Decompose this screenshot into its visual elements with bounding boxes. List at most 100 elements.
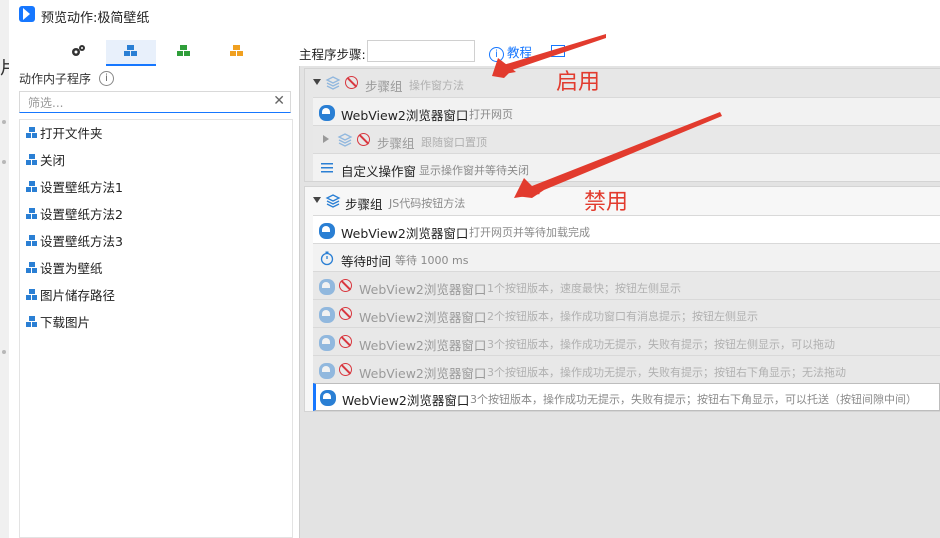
subroutine-icon xyxy=(26,181,37,192)
tutorial-link[interactable]: i 教程 xyxy=(489,42,532,62)
edge-icon xyxy=(319,363,335,379)
step-name: 步骤组 xyxy=(377,136,415,151)
list-item[interactable]: 下载图片 xyxy=(20,309,292,336)
subroutine-panel: 动作内子程序 i ✕ 打开文件夹 关闭 设置壁纸方法1 设置壁纸方法2 xyxy=(9,36,301,538)
list-item[interactable]: 设置为壁纸 xyxy=(20,255,292,282)
step-name: WebView2浏览器窗口 xyxy=(359,366,487,381)
list-item-label: 设置壁纸方法1 xyxy=(40,180,123,195)
background-dot xyxy=(2,350,6,354)
group-name: 步骤组 xyxy=(345,197,383,212)
disabled-icon xyxy=(345,76,358,89)
step-group-1: 步骤组 操作窗方法 WebView2浏览器窗口 打开网页 步骤组 跟随窗口置顶 xyxy=(304,68,940,182)
step-name: WebView2浏览器窗口 xyxy=(342,393,470,408)
list-item-label: 关闭 xyxy=(40,153,66,168)
step-desc: 显示操作窗并等待关闭 xyxy=(419,164,529,177)
filter-box: ✕ xyxy=(19,91,291,113)
step-desc: 3个按钮版本，操作成功无提示，失败有提示；按钮右下角显示，可以托送（按钮间隙中间… xyxy=(470,393,917,406)
green-stack-icon xyxy=(177,45,190,56)
tab-blue-stack[interactable] xyxy=(106,40,156,66)
subroutine-icon xyxy=(26,235,37,246)
main-steps-label: 主程序步骤: xyxy=(299,47,366,62)
step-row[interactable]: 等待时间 等待 1000 ms xyxy=(313,243,940,271)
group-desc: JS代码按钮方法 xyxy=(389,197,466,210)
subroutine-list: 打开文件夹 关闭 设置壁纸方法1 设置壁纸方法2 设置壁纸方法3 设置为壁纸 图… xyxy=(19,119,293,538)
list-item[interactable]: 关闭 xyxy=(20,147,292,174)
filter-input[interactable] xyxy=(26,94,270,112)
step-row[interactable]: WebView2浏览器窗口 打开网页 xyxy=(313,97,940,125)
annotation-disabled: 禁用 xyxy=(584,190,629,215)
list-item-label: 设置壁纸方法3 xyxy=(40,234,123,249)
step-name: WebView2浏览器窗口 xyxy=(341,226,469,241)
step-name: WebView2浏览器窗口 xyxy=(359,310,487,325)
title-bar[interactable]: 预览动作:极简壁纸 xyxy=(9,0,940,30)
list-item[interactable]: 设置壁纸方法3 xyxy=(20,228,292,255)
step-group-2: 步骤组 JS代码按钮方法 WebView2浏览器窗口 打开网页并等待加载完成 等… xyxy=(304,186,940,412)
disabled-icon xyxy=(339,335,352,348)
expand-arrow-icon[interactable] xyxy=(323,135,329,143)
subroutine-icon xyxy=(26,154,37,165)
list-item[interactable]: 图片储存路径 xyxy=(20,282,292,309)
list-item[interactable]: 设置壁纸方法2 xyxy=(20,201,292,228)
subroutine-title: 动作内子程序 xyxy=(19,72,92,86)
step-desc: 跟随窗口置顶 xyxy=(421,136,487,149)
list-item-label: 设置为壁纸 xyxy=(40,261,103,276)
edge-icon xyxy=(319,223,335,239)
edge-icon xyxy=(319,105,335,121)
preview-window: 预览动作:极简壁纸 动作内子程序 i 筛选... ✕ 打开文件夹 关闭 设置壁纸… xyxy=(9,0,940,538)
group-desc: 操作窗方法 xyxy=(409,79,464,92)
step-row[interactable]: WebView2浏览器窗口 1个按钮版本，速度最快；按钮左侧显示 xyxy=(313,271,940,299)
step-row-selected[interactable]: WebView2浏览器窗口 3个按钮版本，操作成功无提示，失败有提示；按钮右下角… xyxy=(313,383,940,411)
step-desc: 1个按钮版本，速度最快；按钮左侧显示 xyxy=(487,282,681,295)
window-title: 预览动作:极简壁纸 xyxy=(41,11,150,26)
layers-icon xyxy=(325,76,341,90)
list-item-label: 打开文件夹 xyxy=(40,126,103,141)
blue-stack-icon xyxy=(124,45,137,56)
edge-icon xyxy=(319,307,335,323)
list-item-label: 图片储存路径 xyxy=(40,288,116,303)
subroutine-icon xyxy=(26,289,37,300)
disabled-icon xyxy=(339,307,352,320)
collapse-arrow-icon[interactable] xyxy=(313,197,321,203)
timer-icon xyxy=(320,251,334,266)
subroutine-icon xyxy=(26,208,37,219)
tutorial-label: 教程 xyxy=(507,45,533,60)
step-name: 自定义操作窗 xyxy=(341,164,417,179)
step-row[interactable]: WebView2浏览器窗口 2个按钮版本，操作成功窗口有消息提示；按钮左侧显示 xyxy=(313,299,940,327)
main-steps-panel: 主程序步骤: i教程 步骤组 操作窗方法 WebView2浏览器窗口 打开网页 xyxy=(299,36,940,538)
layers-icon xyxy=(325,194,341,208)
layers-icon xyxy=(337,133,353,147)
step-desc: 打开网页 xyxy=(469,108,513,121)
step-desc: 2个按钮版本，操作成功窗口有消息提示；按钮左侧显示 xyxy=(487,310,758,323)
step-row[interactable]: 自定义操作窗 显示操作窗并等待关闭 xyxy=(313,153,940,181)
disabled-icon xyxy=(357,133,370,146)
orange-stack-icon xyxy=(230,45,243,56)
edge-icon xyxy=(320,390,336,406)
info-circle-icon: i xyxy=(489,47,504,62)
tab-green-stack[interactable] xyxy=(159,40,209,64)
subroutine-icon xyxy=(26,127,37,138)
edge-icon xyxy=(319,335,335,351)
app-logo-icon xyxy=(19,6,35,22)
step-name: 等待时间 xyxy=(341,254,392,269)
step-desc: 等待 1000 ms xyxy=(395,254,469,267)
info-icon[interactable]: i xyxy=(99,71,114,86)
window-icon[interactable] xyxy=(551,45,565,57)
step-row[interactable]: WebView2浏览器窗口 3个按钮版本，操作成功无提示，失败有提示；按钮右下角… xyxy=(313,355,940,383)
list-item[interactable]: 打开文件夹 xyxy=(20,120,292,147)
tab-gears[interactable] xyxy=(53,40,103,64)
disabled-icon xyxy=(339,363,352,376)
step-row[interactable]: WebView2浏览器窗口 打开网页并等待加载完成 xyxy=(313,215,940,243)
list-item-label: 下载图片 xyxy=(40,315,91,330)
step-name: WebView2浏览器窗口 xyxy=(359,338,487,353)
clear-filter-icon[interactable]: ✕ xyxy=(273,93,285,109)
steps-canvas: 步骤组 操作窗方法 WebView2浏览器窗口 打开网页 步骤组 跟随窗口置顶 xyxy=(299,66,940,538)
step-row[interactable]: 步骤组 跟随窗口置顶 xyxy=(313,125,940,153)
list-item[interactable]: 设置壁纸方法1 xyxy=(20,174,292,201)
collapse-arrow-icon[interactable] xyxy=(313,79,321,85)
edge-icon xyxy=(319,279,335,295)
step-name: WebView2浏览器窗口 xyxy=(341,108,469,123)
step-row[interactable]: WebView2浏览器窗口 3个按钮版本，操作成功无提示，失败有提示；按钮左侧显… xyxy=(313,327,940,355)
tab-orange-stack[interactable] xyxy=(212,40,262,64)
group-header[interactable]: 步骤组 操作窗方法 xyxy=(305,69,940,97)
main-steps-input[interactable] xyxy=(367,40,475,62)
